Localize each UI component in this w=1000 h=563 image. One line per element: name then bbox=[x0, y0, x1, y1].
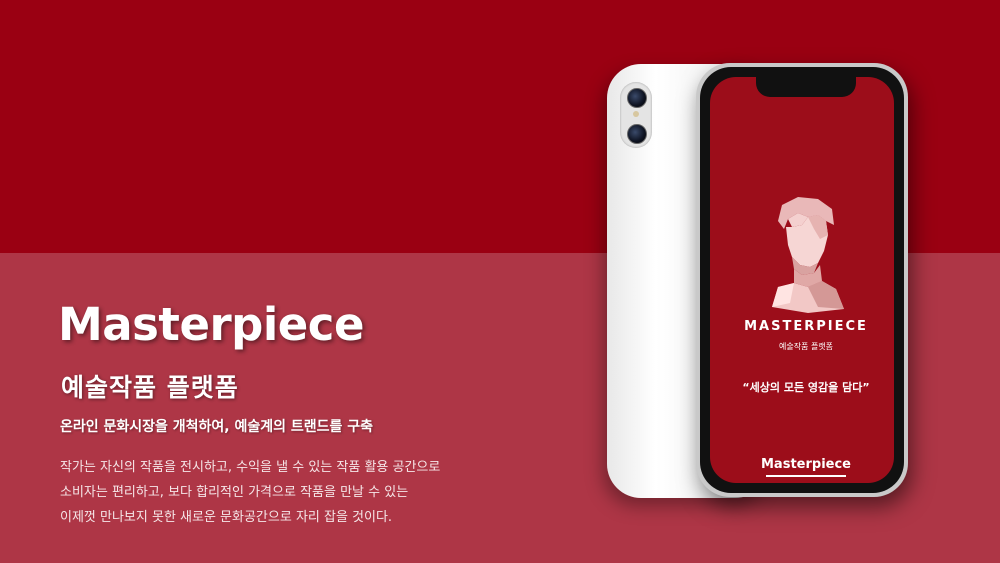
description-line: 소비자는 편리하고, 보다 합리적인 가격으로 작품을 만날 수 있는 bbox=[60, 485, 409, 500]
app-brand-title: MASTERPIECE bbox=[744, 319, 868, 334]
phone-front-mockup: MASTERPIECE 예술작품 플랫폼 “세상의 모든 영감을 담다” Mas… bbox=[696, 63, 908, 497]
camera-lens-icon bbox=[627, 124, 647, 144]
description-line: 이제껏 만나보지 못한 새로운 문화공간으로 자리 잡을 것이다. bbox=[60, 510, 393, 525]
hero-description: 작가는 자신의 작품을 전시하고, 수익을 낼 수 있는 작품 활용 공간으로 … bbox=[60, 455, 440, 530]
camera-module bbox=[620, 82, 652, 148]
flash-icon bbox=[633, 111, 639, 117]
phone-bezel: MASTERPIECE 예술작품 플랫폼 “세상의 모든 영감을 담다” Mas… bbox=[700, 67, 904, 493]
app-brand-subtitle: 예술작품 플랫폼 bbox=[778, 342, 834, 351]
david-bust-icon bbox=[772, 197, 844, 313]
hero-subtitle: 예술작품 플랫폼 bbox=[61, 373, 239, 402]
logo-underline bbox=[766, 475, 846, 477]
camera-lens-icon bbox=[627, 88, 647, 108]
phone-notch bbox=[756, 77, 856, 97]
hero-title: Masterpiece bbox=[58, 298, 365, 351]
app-logo-link[interactable]: Masterpiece bbox=[710, 457, 894, 472]
hero-tagline: 온라인 문화시장을 개척하여, 예술계의 트랜드를 구축 bbox=[60, 419, 374, 435]
description-line: 작가는 자신의 작품을 전시하고, 수익을 낼 수 있는 작품 활용 공간으로 bbox=[60, 460, 441, 475]
app-quote: “세상의 모든 영감을 담다” bbox=[742, 381, 870, 394]
app-splash-screen: MASTERPIECE 예술작품 플랫폼 “세상의 모든 영감을 담다” Mas… bbox=[710, 77, 894, 483]
